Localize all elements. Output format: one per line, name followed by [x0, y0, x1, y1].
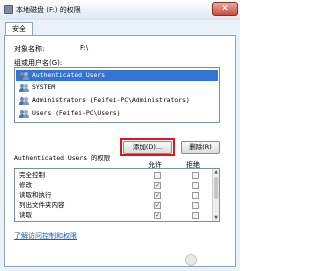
list-item-label: Administrators (Feifei-PC\Administrators… — [32, 96, 190, 104]
allow-checkbox[interactable] — [154, 172, 161, 179]
permission-name: 读取 — [19, 211, 32, 219]
object-name-value: F:\ — [80, 44, 89, 52]
tab-security[interactable]: 安全 — [5, 22, 33, 36]
permission-row: 修改 ✓ — [16, 181, 218, 190]
permission-row: 读取 ✓ — [16, 211, 218, 220]
deny-checkbox[interactable] — [192, 192, 199, 199]
deny-checkbox[interactable] — [192, 182, 199, 189]
watermark — [185, 254, 237, 266]
deny-checkbox[interactable] — [192, 172, 199, 179]
list-item[interactable]: SYSTEM — [16, 82, 218, 93]
permissions-header: Authenticated Users 的权限 — [14, 154, 111, 162]
scroll-thumb[interactable] — [214, 177, 218, 199]
user-group-icon — [19, 72, 29, 80]
allow-checkbox[interactable]: ✓ — [154, 192, 161, 199]
permission-row: 列出文件夹内容 ✓ — [16, 201, 218, 210]
window-title: 本地磁盘 (F:) 的权限 — [16, 6, 81, 14]
list-item[interactable]: Users (Feifei-PC\Users) — [16, 108, 218, 119]
list-item-label: SYSTEM — [32, 83, 56, 91]
allow-checkbox[interactable]: ✓ — [154, 182, 161, 189]
access-control-help-link[interactable]: 了解访问控制和权限 — [14, 231, 77, 241]
list-item-label: Users (Feifei-PC\Users) — [32, 109, 121, 117]
object-name-label: 对象名称: — [14, 45, 45, 53]
user-group-icon — [19, 110, 29, 118]
permission-row: 完全控制 — [16, 171, 218, 180]
permissions-list: 完全控制 修改 ✓ 读取和执行 ✓ 列出文件夹内容 ✓ 读取 ✓ ▲ ▼ — [14, 168, 220, 222]
list-item-label: Authenticated Users — [32, 71, 106, 79]
permission-name: 完全控制 — [19, 171, 45, 179]
users-listbox[interactable]: Authenticated Users SYSTEM Administrator… — [14, 67, 220, 123]
scroll-up-icon[interactable]: ▲ — [213, 169, 219, 175]
allow-checkbox[interactable]: ✓ — [154, 212, 161, 219]
permission-name: 修改 — [19, 181, 32, 189]
deny-checkbox[interactable] — [192, 212, 199, 219]
permission-name: 读取和执行 — [19, 191, 52, 199]
allow-checkbox[interactable]: ✓ — [154, 202, 161, 209]
add-button[interactable]: 添加(D)... — [123, 141, 172, 154]
scroll-down-icon[interactable]: ▼ — [213, 215, 219, 221]
close-button[interactable]: ✕ — [212, 2, 238, 16]
permission-row: 读取和执行 ✓ — [16, 191, 218, 200]
user-group-icon — [19, 97, 29, 105]
watermark-logo-icon — [185, 254, 197, 266]
title-bar[interactable]: 本地磁盘 (F:) 的权限 ✕ — [0, 0, 240, 20]
deny-checkbox[interactable] — [192, 202, 199, 209]
permission-name: 列出文件夹内容 — [19, 201, 65, 209]
list-item[interactable]: Authenticated Users — [16, 70, 218, 81]
permissions-dialog: 本地磁盘 (F:) 的权限 ✕ 安全 对象名称: F:\ 组或用户名(G): A… — [0, 0, 240, 271]
user-group-icon — [19, 84, 29, 92]
remove-button[interactable]: 删除(R) — [181, 141, 220, 154]
permissions-scrollbar[interactable]: ▲ ▼ — [212, 169, 219, 221]
drive-icon — [4, 5, 13, 14]
tab-bar: 安全 — [0, 20, 240, 36]
list-item[interactable]: Administrators (Feifei-PC\Administrators… — [16, 95, 218, 106]
close-icon: ✕ — [221, 4, 229, 14]
